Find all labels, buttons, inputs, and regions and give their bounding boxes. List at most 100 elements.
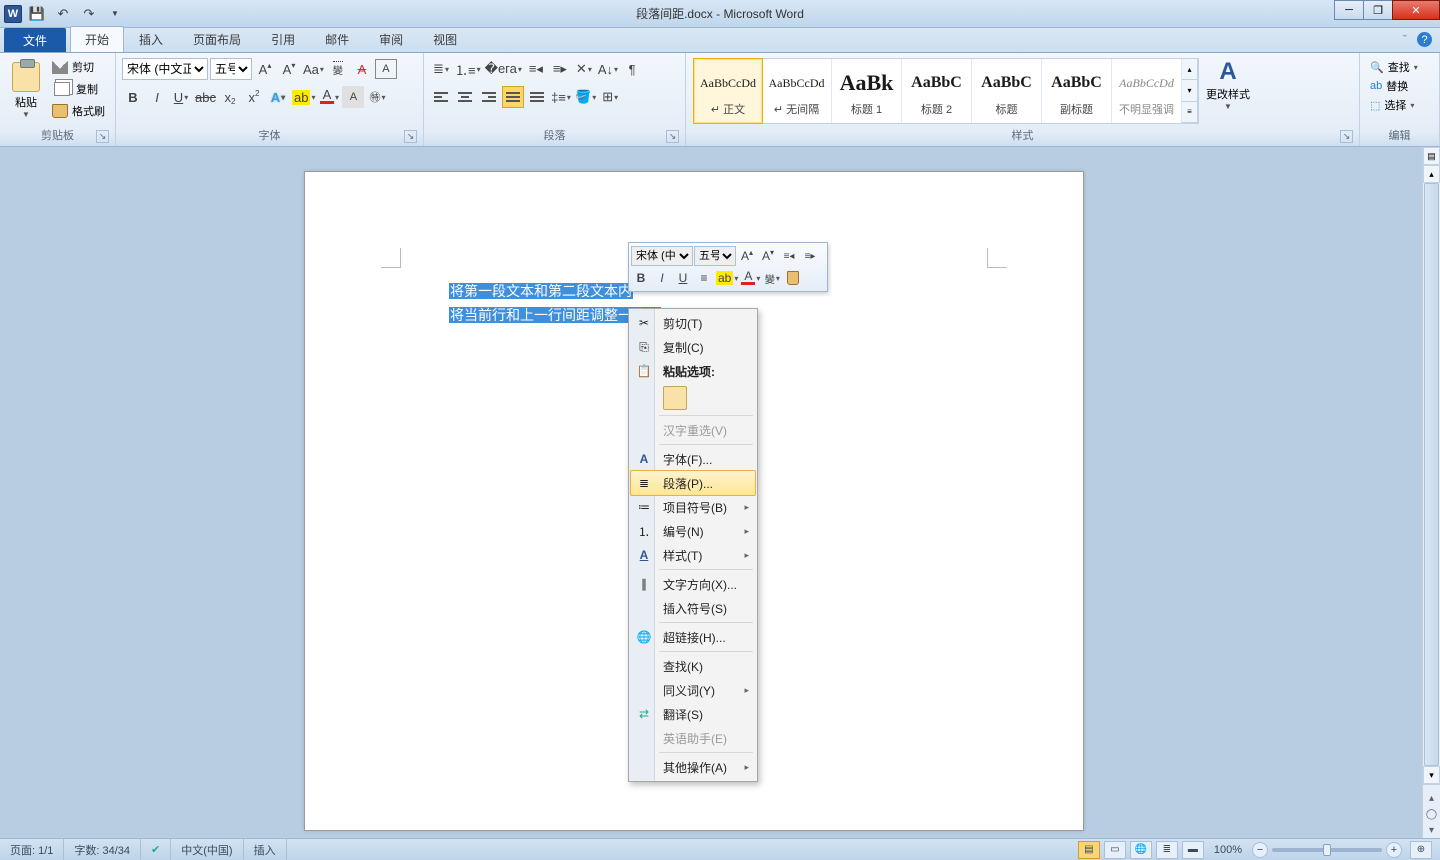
ctx-cut[interactable]: ✂剪切(T) (631, 311, 755, 335)
browse-object-button[interactable]: ◯ (1423, 806, 1440, 822)
phonetic-guide-button[interactable]: 變 (327, 58, 349, 80)
view-web-layout-button[interactable]: 🌐 (1130, 841, 1152, 859)
view-print-layout-button[interactable]: ▤ (1078, 841, 1100, 859)
paste-keep-source-button[interactable] (663, 386, 687, 410)
font-color-button[interactable]: A (318, 86, 340, 108)
save-button[interactable]: 💾 (26, 3, 48, 25)
change-case-button[interactable]: Aa (302, 58, 325, 80)
ctx-hyperlink[interactable]: 🌐超链接(H)... (631, 625, 755, 649)
zoom-out-button[interactable]: − (1252, 842, 1268, 858)
tab-insert[interactable]: 插入 (124, 26, 178, 52)
paragraph-launcher[interactable]: ↘ (666, 130, 679, 143)
scroll-down-button[interactable]: ▾ (1423, 766, 1440, 784)
shading-button[interactable]: 🪣 (574, 86, 597, 108)
cut-button[interactable]: 剪切 (48, 57, 109, 77)
undo-button[interactable]: ↶ (52, 3, 74, 25)
underline-button[interactable]: U (170, 86, 192, 108)
zoom-slider[interactable] (1272, 848, 1382, 852)
tab-review[interactable]: 审阅 (364, 26, 418, 52)
align-justify-button[interactable] (502, 86, 524, 108)
grow-font-button[interactable]: A▴ (254, 58, 276, 80)
align-left-button[interactable] (430, 86, 452, 108)
mini-shrink-font-button[interactable]: A▾ (758, 246, 778, 266)
numbering-button[interactable]: ⒈≡ (454, 58, 482, 80)
zoom-in-button[interactable]: + (1386, 842, 1402, 858)
paste-button[interactable]: 粘贴 ▼ (6, 57, 46, 123)
mini-phonetic-button[interactable]: 變 (762, 268, 782, 288)
ctx-bullets[interactable]: ≔项目符号(B)▸ (631, 495, 755, 519)
shrink-font-button[interactable]: A▾ (278, 58, 300, 80)
ctx-lookup[interactable]: 查找(K) (631, 654, 755, 678)
ctx-other-actions[interactable]: 其他操作(A)▸ (631, 755, 755, 779)
ctx-copy[interactable]: ⎘复制(C) (631, 335, 755, 359)
style-heading1[interactable]: AaBk标题 1 (832, 59, 902, 123)
style-title[interactable]: AaBbC标题 (972, 59, 1042, 123)
app-icon[interactable]: W (4, 5, 22, 23)
redo-button[interactable]: ↷ (78, 3, 100, 25)
align-right-button[interactable] (478, 86, 500, 108)
font-size-select[interactable]: 五号 (210, 58, 252, 80)
style-subtitle[interactable]: AaBbC副标题 (1042, 59, 1112, 123)
status-page[interactable]: 页面: 1/1 (0, 839, 64, 860)
restore-button[interactable]: ❐ (1363, 0, 1393, 20)
style-heading2[interactable]: AaBbC标题 2 (902, 59, 972, 123)
multilevel-list-button[interactable]: �ега (484, 58, 523, 80)
select-button[interactable]: ⬚选择▾ (1370, 97, 1418, 113)
gallery-up-button[interactable]: ▴ (1182, 58, 1198, 80)
sort-button[interactable]: A↓ (597, 58, 619, 80)
gallery-down-button[interactable]: ▾ (1182, 79, 1198, 101)
font-name-select[interactable]: 宋体 (中文正文) (122, 58, 208, 80)
status-proofing[interactable]: ✔ (141, 839, 171, 860)
vertical-scrollbar[interactable]: ▤ ▴ ▾ ▴ ◯ ▾ (1422, 147, 1440, 838)
help-button[interactable]: ? (1417, 32, 1432, 47)
align-distribute-button[interactable] (526, 86, 548, 108)
tab-home[interactable]: 开始 (70, 26, 124, 52)
scroll-up-button[interactable]: ▴ (1423, 165, 1440, 183)
tab-mailings[interactable]: 邮件 (310, 26, 364, 52)
mini-italic-button[interactable]: I (652, 268, 672, 288)
mini-font-size-select[interactable]: 五号 (694, 246, 736, 266)
zoom-thumb[interactable] (1323, 844, 1331, 856)
minimize-ribbon-button[interactable]: ˇ (1403, 32, 1407, 47)
borders-button[interactable]: ⊞ (599, 86, 621, 108)
mini-underline-button[interactable]: U (673, 268, 693, 288)
mini-grow-font-button[interactable]: A▴ (737, 246, 757, 266)
ctx-synonyms[interactable]: 同义词(Y)▸ (631, 678, 755, 702)
view-draft-button[interactable]: ▬ (1182, 841, 1204, 859)
view-outline-button[interactable]: ≣ (1156, 841, 1178, 859)
minimize-button[interactable]: ─ (1334, 0, 1364, 20)
view-full-screen-button[interactable]: ▭ (1104, 841, 1126, 859)
font-launcher[interactable]: ↘ (404, 130, 417, 143)
highlight-button[interactable]: ab (291, 86, 316, 108)
next-page-button[interactable]: ▾ (1423, 822, 1440, 838)
copy-button[interactable]: 复制 (48, 79, 109, 99)
replace-button[interactable]: ab替换 (1370, 78, 1418, 94)
scroll-thumb[interactable] (1424, 183, 1439, 766)
qat-customize-button[interactable]: ▼ (104, 3, 126, 25)
increase-indent-button[interactable]: ≡▸ (549, 58, 571, 80)
ctx-font[interactable]: A字体(F)... (631, 447, 755, 471)
styles-launcher[interactable]: ↘ (1340, 130, 1353, 143)
mini-bold-button[interactable]: B (631, 268, 651, 288)
mini-font-color-button[interactable]: A (740, 268, 761, 288)
zoom-level[interactable]: 100% (1214, 844, 1242, 856)
bullets-button[interactable]: ≣ (430, 58, 452, 80)
mini-highlight-button[interactable]: ab (715, 268, 739, 288)
status-language[interactable]: 中文(中国) (171, 839, 243, 860)
ctx-text-direction[interactable]: ∥文字方向(X)... (631, 572, 755, 596)
tab-page-layout[interactable]: 页面布局 (178, 26, 256, 52)
enclose-characters-button[interactable]: ㊕ (366, 86, 388, 108)
close-button[interactable]: ✕ (1392, 0, 1440, 20)
status-words[interactable]: 字数: 34/34 (64, 839, 141, 860)
align-center-button[interactable] (454, 86, 476, 108)
tab-view[interactable]: 视图 (418, 26, 472, 52)
mini-decrease-indent-button[interactable]: ≡◂ (779, 246, 799, 266)
text-effects-button[interactable]: A (267, 86, 289, 108)
character-shading-button[interactable]: A (342, 86, 364, 108)
tab-references[interactable]: 引用 (256, 26, 310, 52)
ctx-numbering[interactable]: ⒈编号(N)▸ (631, 519, 755, 543)
clear-formatting-button[interactable]: A (351, 58, 373, 80)
character-border-button[interactable]: A (375, 59, 397, 79)
subscript-button[interactable]: x2 (219, 86, 241, 108)
scroll-track[interactable] (1423, 183, 1440, 766)
